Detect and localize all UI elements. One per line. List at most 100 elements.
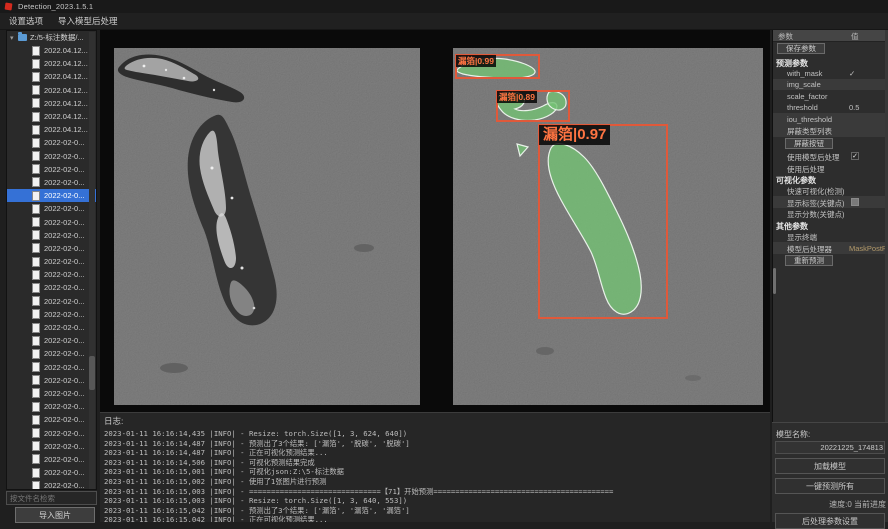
sidebar-scrollbar-track[interactable]: [89, 32, 95, 490]
file-icon: [32, 388, 40, 398]
model-panel: 模型名称: 20221225_174813 加载模型 一键预测所有 速度:0 当…: [772, 422, 888, 522]
import-images-button[interactable]: 导入图片: [15, 507, 95, 523]
file-icon: [32, 138, 40, 148]
prediction-image-panel[interactable]: 漏箔|0.99 漏箔|0.89 漏箔|0.97: [453, 48, 763, 405]
param-row[interactable]: iou_threshold: [773, 113, 888, 125]
file-item[interactable]: 2022-02-0...: [7, 400, 96, 413]
param-row[interactable]: img_scale: [773, 79, 888, 91]
file-icon: [32, 112, 40, 122]
file-item[interactable]: 2022-02-0...: [7, 440, 96, 453]
param-section-header: 预测参数: [773, 56, 888, 67]
file-item[interactable]: 2022-02-0...: [7, 242, 96, 255]
parameters-header: 参数 值: [773, 30, 888, 42]
file-item[interactable]: 2022-02-0...: [7, 136, 96, 149]
param-row[interactable]: 快速可视化(检测): [773, 185, 888, 197]
param-button[interactable]: 保存参数: [777, 43, 825, 54]
file-item-label: 2022.04.12...: [44, 112, 88, 121]
file-icon: [32, 257, 40, 267]
log-line: 2023-01-11 16:16:15,042 |INFO| - 预测出了3个结…: [104, 506, 770, 516]
menu-import-postprocess[interactable]: 导入模型后处理: [52, 15, 124, 27]
file-item[interactable]: 2022-02-0...: [7, 387, 96, 400]
file-item[interactable]: 2022-02-0...: [7, 347, 96, 360]
file-icon: [32, 296, 40, 306]
file-item[interactable]: 2022.04.12...: [7, 123, 96, 136]
file-item[interactable]: 2022.04.12...: [7, 97, 96, 110]
file-item[interactable]: 2022-02-0...: [7, 295, 96, 308]
file-item[interactable]: 2022-02-0...: [7, 255, 96, 268]
file-item[interactable]: 2022-02-0...: [7, 189, 96, 202]
file-item[interactable]: 2022-02-0...: [7, 321, 96, 334]
file-tree: ▾ Z:/5-标注数据/... 2022.04.12...2022.04.12.…: [6, 30, 97, 490]
file-item[interactable]: 2022-02-0...: [7, 361, 96, 374]
param-row[interactable]: 显示分数(关键点): [773, 208, 888, 220]
file-item[interactable]: 2022-02-0...: [7, 426, 96, 439]
tree-expand-icon[interactable]: ▾: [10, 34, 18, 42]
file-item-label: 2022-02-0...: [44, 468, 84, 477]
postprocess-settings-button[interactable]: 后处理参数设置: [775, 513, 885, 529]
param-row[interactable]: 使用后处理: [773, 162, 888, 174]
param-name: with_mask: [787, 69, 822, 78]
file-item[interactable]: 2022-02-0...: [7, 466, 96, 479]
file-icon: [32, 204, 40, 214]
param-row[interactable]: scale_factor: [773, 90, 888, 102]
model-name-label: 模型名称:: [776, 429, 810, 440]
file-item[interactable]: 2022.04.12...: [7, 70, 96, 83]
file-item-label: 2022-02-0...: [44, 257, 84, 266]
param-button-row: 重新预测: [773, 254, 888, 268]
tree-root-folder[interactable]: ▾ Z:/5-标注数据/...: [7, 31, 96, 44]
load-model-button[interactable]: 加载模型: [775, 458, 885, 474]
search-input[interactable]: [6, 491, 97, 505]
file-item[interactable]: 2022.04.12...: [7, 57, 96, 70]
file-item[interactable]: 2022-02-0...: [7, 308, 96, 321]
file-item[interactable]: 2022-02-0...: [7, 281, 96, 294]
file-item-label: 2022-02-0...: [44, 204, 84, 213]
sidebar-scrollbar-thumb[interactable]: [89, 356, 95, 390]
file-icon: [32, 177, 40, 187]
param-row[interactable]: 模型后处理器MaskPostPro: [773, 242, 888, 254]
file-item-label: 2022-02-0...: [44, 323, 84, 332]
detection-label-1: 漏箔|0.99: [456, 55, 496, 67]
file-item[interactable]: 2022-02-0...: [7, 202, 96, 215]
file-item[interactable]: 2022-02-0...: [7, 150, 96, 163]
file-item[interactable]: 2022-02-0...: [7, 413, 96, 426]
param-row[interactable]: 使用模型后处理✓: [773, 151, 888, 163]
raw-image-panel[interactable]: [114, 48, 420, 405]
param-button[interactable]: 重新预测: [785, 255, 833, 266]
param-checkbox[interactable]: [851, 198, 859, 206]
file-item[interactable]: 2022-02-0...: [7, 374, 96, 387]
file-icon: [32, 375, 40, 385]
params-scrollbar-thumb[interactable]: [773, 268, 776, 294]
menu-settings[interactable]: 设置选项: [3, 15, 49, 27]
file-item-label: 2022-02-0...: [44, 270, 84, 279]
param-button[interactable]: 屏蔽按钮: [785, 138, 833, 149]
log-title: 日志:: [104, 415, 770, 427]
log-line: 2023-01-11 16:16:15,001 |INFO| - 可视化json…: [104, 467, 770, 477]
param-row[interactable]: 显示标签(关键点): [773, 196, 888, 208]
file-item-label: 2022.04.12...: [44, 59, 88, 68]
predict-all-button[interactable]: 一键预测所有: [775, 478, 885, 494]
param-row[interactable]: threshold0.5: [773, 102, 888, 114]
file-item[interactable]: 2022.04.12...: [7, 84, 96, 97]
file-item-label: 2022.04.12...: [44, 99, 88, 108]
param-row[interactable]: 显示终端: [773, 231, 888, 243]
file-item[interactable]: 2022.04.12...: [7, 44, 96, 57]
file-item[interactable]: 2022-02-0...: [7, 176, 96, 189]
file-item[interactable]: 2022-02-0...: [7, 229, 96, 242]
file-item[interactable]: 2022-02-0...: [7, 479, 96, 490]
model-name-field[interactable]: 20221225_174813: [775, 441, 885, 454]
file-item-label: 2022.04.12...: [44, 46, 88, 55]
param-row[interactable]: with_mask✓: [773, 67, 888, 79]
folder-icon: [18, 34, 27, 41]
file-item-label: 2022-02-0...: [44, 191, 84, 200]
file-item[interactable]: 2022-02-0...: [7, 453, 96, 466]
file-icon: [32, 164, 40, 174]
param-row[interactable]: 屏蔽类型列表: [773, 125, 888, 137]
file-item[interactable]: 2022-02-0...: [7, 163, 96, 176]
file-item[interactable]: 2022.04.12...: [7, 110, 96, 123]
file-item[interactable]: 2022-02-0...: [7, 268, 96, 281]
param-checkbox[interactable]: ✓: [851, 152, 859, 160]
file-item[interactable]: 2022-02-0...: [7, 215, 96, 228]
file-item-label: 2022-02-0...: [44, 442, 84, 451]
log-panel[interactable]: 日志: 2023-01-11 16:16:14,435 |INFO| - Res…: [100, 412, 770, 522]
file-item[interactable]: 2022-02-0...: [7, 334, 96, 347]
